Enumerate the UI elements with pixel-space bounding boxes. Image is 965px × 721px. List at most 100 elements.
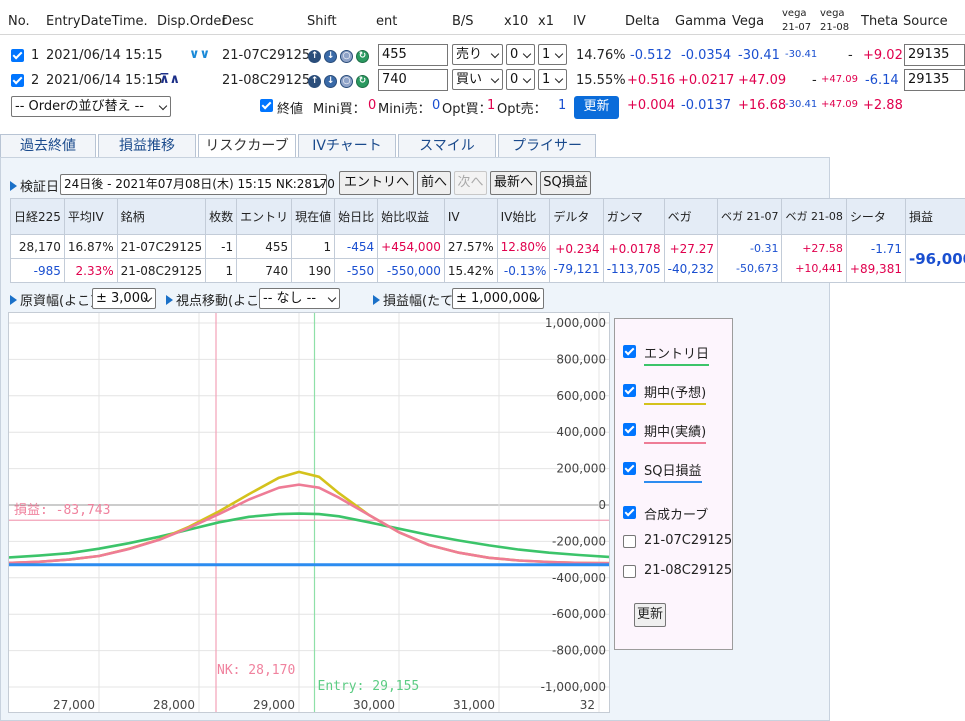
circle-icon[interactable]: ○ — [340, 75, 353, 88]
rt-h-qty: 枚数 — [205, 198, 238, 235]
row2-ent-input[interactable]: 740 — [378, 69, 448, 91]
next-button[interactable]: 次へ — [454, 171, 487, 195]
legend-item-2107[interactable]: 21-07C29125 — [623, 533, 732, 548]
x-tick-label: 30,000 — [353, 698, 395, 712]
row1-order-down-icon[interactable]: ∨∨ — [189, 47, 210, 62]
entry-marker-label: Entry: 29,155 — [318, 679, 420, 694]
legend-checkbox[interactable] — [623, 506, 636, 519]
legend-checkbox[interactable] — [623, 462, 636, 475]
down-icon[interactable]: ↓ — [324, 50, 337, 63]
row2-order-up-icon[interactable]: ⊼∧ — [159, 72, 180, 87]
legend-checkbox[interactable] — [623, 345, 636, 358]
triangle-icon — [10, 181, 17, 191]
legend-checkbox[interactable] — [623, 535, 636, 548]
col-bs: B/S — [452, 14, 474, 29]
row1-bs-select[interactable]: 売り — [452, 44, 503, 65]
reset-icon[interactable]: ↻ — [356, 50, 369, 63]
rt-h-day-change: 始日比 — [334, 198, 379, 235]
legend-item-mid-actual[interactable]: 期中(実績) — [623, 421, 707, 444]
pl-marker-label: 損益: -83,743 — [14, 503, 110, 518]
tab-pricer[interactable]: プライサー — [498, 134, 596, 158]
tab-smile[interactable]: スマイル — [398, 134, 496, 158]
triangle-icon — [166, 295, 173, 305]
rt-h-delta: デルタ — [549, 198, 604, 235]
row1-checkbox[interactable] — [11, 49, 24, 62]
update-button[interactable]: 更新 — [574, 96, 619, 119]
range-x-label: 原資幅(よこ) — [10, 290, 95, 309]
circle-icon[interactable]: ○ — [340, 50, 353, 63]
col-desc: Desc — [222, 14, 254, 29]
row1-source-input[interactable]: 29135 — [904, 44, 965, 66]
col-vega: Vega — [732, 14, 765, 29]
final-value-label: 終値 — [277, 102, 304, 117]
row2-bs-select[interactable]: 買い — [452, 69, 503, 90]
positions-panel: No. EntryDateTime. Disp.Order Desc Shift… — [0, 0, 965, 122]
shift-view-label: 視点移動(よこ) — [166, 290, 264, 309]
final-value-checkbox[interactable] — [260, 99, 273, 112]
rt-delta: +0.234 -79,121 — [549, 234, 604, 283]
total-vega-2107: -30.41 — [785, 99, 818, 110]
prev-button[interactable]: 前へ — [417, 171, 451, 195]
rt-row1-day-change: -454 — [334, 234, 379, 259]
rt-row2-iv-change: -0.13% — [496, 258, 551, 283]
row2-x1-select[interactable]: 1 — [538, 69, 567, 90]
row1-no: 1 — [31, 48, 40, 63]
legend-checkbox[interactable] — [623, 423, 636, 436]
tab-pl-history[interactable]: 損益推移 — [98, 134, 196, 158]
col-disp-order: Disp.Order — [157, 14, 227, 29]
row2-checkbox[interactable] — [11, 74, 24, 87]
rt-h-nk: 日経225 — [10, 198, 65, 235]
tab-risk-curve[interactable]: リスクカーブ — [198, 134, 296, 159]
reset-icon[interactable]: ↻ — [356, 75, 369, 88]
y-tick-label: -600,000 — [552, 607, 606, 621]
risk-curve-svg[interactable]: 1,000,000800,000600,000400,000200,0000-2… — [8, 313, 610, 712]
order-sort-select[interactable]: -- Orderの並び替え -- — [11, 96, 171, 117]
mini-buy-count: 0 — [368, 98, 377, 113]
rt-row1-iv-change: 12.80% — [496, 234, 551, 259]
up-icon[interactable]: ↑ — [308, 50, 321, 63]
opt-buy-count: 1 — [487, 98, 496, 113]
legend-item-sq-pl[interactable]: SQ日損益 — [623, 460, 702, 483]
total-vega: +16.68 — [738, 98, 787, 113]
rt-row1-iv: 27.57% — [443, 234, 498, 259]
row1-ent-input[interactable]: 455 — [378, 44, 448, 66]
risk-curve-chart[interactable]: 1,000,000 800,000 600,000 400,000 200,000 0 -2… — [8, 312, 610, 713]
rt-h-iv: IV — [443, 198, 498, 235]
row1-x10-select[interactable]: 0 — [506, 44, 535, 65]
row2-source-input[interactable]: 29135 — [904, 69, 965, 91]
legend-item-composite[interactable]: 合成カーブ — [623, 504, 708, 523]
rt-vega-2107: -0.31 -50,673 — [716, 234, 783, 283]
range-x-select[interactable]: ± 3,000 — [92, 288, 156, 309]
rt-h-theta: シータ — [845, 198, 906, 235]
legend-checkbox[interactable] — [623, 384, 636, 397]
row1-vega: -30.41 — [738, 48, 780, 63]
rt-h-vega-2107: ベガ 21-07 — [716, 198, 783, 235]
range-y-select[interactable]: ± 1,000,000 — [452, 288, 544, 309]
shift-view-select[interactable]: -- なし -- — [259, 288, 340, 309]
up-icon[interactable]: ↑ — [308, 75, 321, 88]
row2-x10-select[interactable]: 0 — [506, 69, 535, 90]
latest-button[interactable]: 最新へ — [490, 171, 537, 195]
tab-past-close[interactable]: 過去終値 — [0, 134, 96, 158]
col-x10: x10 — [504, 14, 529, 29]
legend-item-entry-day[interactable]: エントリ日 — [623, 343, 710, 366]
legend-item-2108[interactable]: 21-08C29125 — [623, 563, 732, 578]
rt-row1-price: 1 — [291, 234, 336, 259]
legend-item-mid-forecast[interactable]: 期中(予想) — [623, 382, 707, 405]
nk-marker-label: NK: 28,170 — [217, 663, 295, 678]
opt-sell-count: 1 — [558, 98, 567, 113]
rt-row1-qty: -1 — [205, 234, 238, 259]
sq-pl-button[interactable]: SQ損益 — [540, 171, 591, 195]
verify-date-select[interactable]: 24日後 - 2021年07月08日(木) 15:15 NK:28170 — [60, 174, 335, 195]
row2-vega-2107: - — [812, 73, 817, 88]
total-vega-2108: +47.09 — [821, 99, 859, 110]
tab-iv-chart[interactable]: IVチャート — [298, 134, 396, 158]
legend-checkbox[interactable] — [623, 565, 636, 578]
row1-x1-select[interactable]: 1 — [538, 44, 567, 65]
col-entry-datetime[interactable]: EntryDateTime. — [46, 14, 148, 29]
row2-delta: +0.516 — [627, 73, 676, 88]
down-icon[interactable]: ↓ — [324, 75, 337, 88]
entry-button[interactable]: エントリへ — [339, 171, 414, 195]
legend-update-button[interactable]: 更新 — [634, 603, 666, 627]
row1-iv: 14.76% — [576, 48, 626, 63]
